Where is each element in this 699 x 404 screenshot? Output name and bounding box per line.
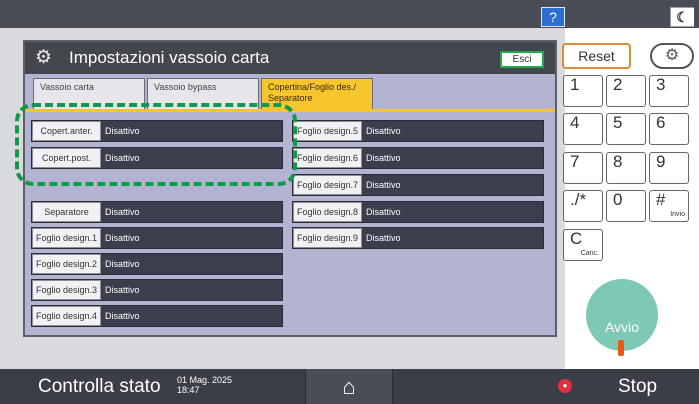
setting-label: Separatore — [32, 202, 101, 222]
stop-button[interactable]: Stop — [618, 369, 657, 404]
setting-row-design-8[interactable]: Foglio design.8 Disattivo — [292, 201, 544, 223]
key-7[interactable]: 7 — [563, 152, 603, 184]
moon-icon[interactable]: ☾ — [670, 7, 694, 27]
bottom-bar: Controlla stato 01 Mag. 2025 18:47 ⌂ ● S… — [0, 369, 699, 404]
key-enter[interactable]: # Invio — [649, 190, 689, 222]
setting-label: Foglio design.9 — [293, 228, 362, 248]
date-text: 01 Mag. 2025 — [177, 375, 233, 385]
key-0[interactable]: 0 — [606, 190, 646, 222]
setting-row-design-6[interactable]: Foglio design.6 Disattivo — [292, 147, 544, 169]
key-enter-sublabel: Invio — [670, 211, 685, 218]
setting-value: Disattivo — [105, 285, 140, 295]
setting-value: Disattivo — [105, 311, 140, 321]
gear-icon[interactable]: ⚙ — [650, 43, 694, 69]
key-3[interactable]: 3 — [649, 75, 689, 107]
setting-value: Disattivo — [366, 153, 401, 163]
dialog-title: Impostazioni vassoio carta — [69, 48, 270, 67]
tab-label: Copertina/Foglio des./ Separatore — [268, 82, 357, 103]
help-button[interactable]: ? — [541, 7, 565, 27]
setting-value: Disattivo — [366, 180, 401, 190]
check-status-button[interactable]: Controlla stato — [0, 369, 172, 404]
home-icon[interactable]: ⌂ — [305, 369, 393, 404]
setting-row-design-9[interactable]: Foglio design.9 Disattivo — [292, 227, 544, 249]
key-8[interactable]: 8 — [606, 152, 646, 184]
setting-label: Foglio design.6 — [293, 148, 362, 168]
key-dot-star[interactable]: ./* — [563, 190, 603, 222]
setting-row-design-5[interactable]: Foglio design.5 Disattivo — [292, 120, 544, 142]
setting-row-separator[interactable]: Separatore Disattivo — [31, 201, 283, 223]
key-4[interactable]: 4 — [563, 113, 603, 145]
setting-row-design-7[interactable]: Foglio design.7 Disattivo — [292, 174, 544, 196]
tab-label: Vassoio bypass — [154, 82, 217, 92]
setting-label: Foglio design.4 — [32, 306, 101, 326]
reset-button[interactable]: Reset — [562, 43, 631, 69]
tab-label: Vassoio carta — [40, 82, 94, 92]
key-6[interactable]: 6 — [649, 113, 689, 145]
key-enter-glyph: # — [656, 190, 666, 209]
stop-icon: ● — [558, 379, 572, 393]
key-5[interactable]: 5 — [606, 113, 646, 145]
setting-value: Disattivo — [366, 233, 401, 243]
setting-row-design-2[interactable]: Foglio design.2 Disattivo — [31, 253, 283, 275]
key-clear-sublabel: Canc. — [580, 250, 599, 257]
setting-row-design-1[interactable]: Foglio design.1 Disattivo — [31, 227, 283, 249]
top-status-bar — [0, 0, 699, 28]
datetime: 01 Mag. 2025 18:47 — [177, 375, 232, 395]
settings-gear-icon: ⚙ — [35, 47, 53, 68]
setting-row-design-4[interactable]: Foglio design.4 Disattivo — [31, 305, 283, 327]
setting-label: Foglio design.3 — [32, 280, 101, 300]
setting-label: Foglio design.8 — [293, 202, 362, 222]
highlight-callout — [15, 103, 297, 186]
setting-value: Disattivo — [105, 259, 140, 269]
setting-label: Foglio design.2 — [32, 254, 101, 274]
setting-label: Foglio design.7 — [293, 175, 362, 195]
time-text: 18:47 — [177, 385, 200, 395]
dialog-header: ⚙ Impostazioni vassoio carta Esci — [25, 42, 555, 74]
setting-value: Disattivo — [105, 207, 140, 217]
key-clear[interactable]: C Canc. — [563, 229, 603, 261]
setting-label: Foglio design.1 — [32, 228, 101, 248]
setting-row-design-3[interactable]: Foglio design.3 Disattivo — [31, 279, 283, 301]
exit-button[interactable]: Esci — [500, 51, 544, 68]
setting-value: Disattivo — [366, 207, 401, 217]
setting-value: Disattivo — [105, 233, 140, 243]
key-2[interactable]: 2 — [606, 75, 646, 107]
setting-label: Foglio design.5 — [293, 121, 362, 141]
key-9[interactable]: 9 — [649, 152, 689, 184]
key-clear-glyph: C — [570, 229, 583, 248]
setting-value: Disattivo — [366, 126, 401, 136]
start-indicator-light — [618, 340, 624, 356]
key-1[interactable]: 1 — [563, 75, 603, 107]
